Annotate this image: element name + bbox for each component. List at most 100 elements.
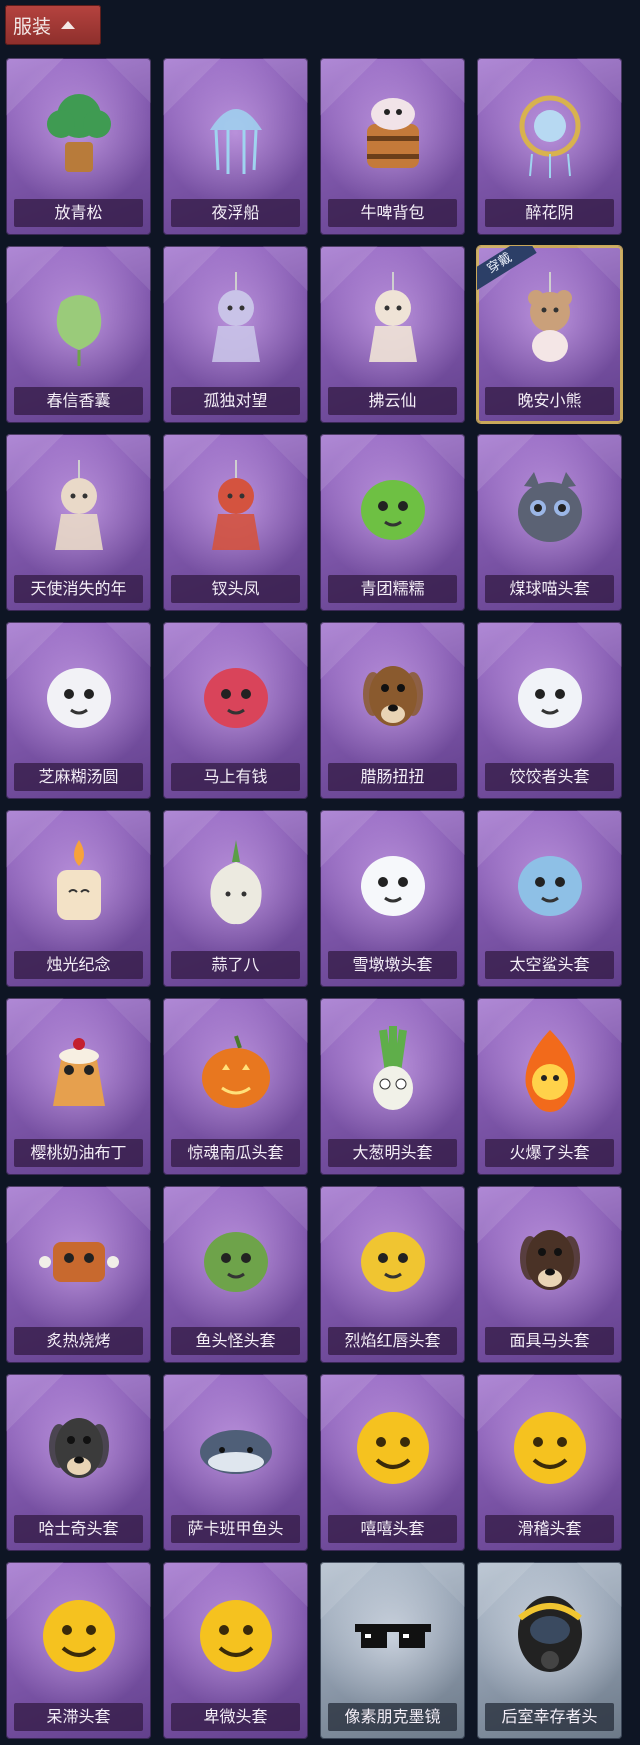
outfit-item-card[interactable]: 烈焰红唇头套 [320,1186,465,1363]
fish-head-icon [188,1208,284,1308]
outfit-item-name: 大葱明头套 [328,1139,457,1167]
outfit-item-name: 拂云仙 [328,387,457,415]
outfit-item-name: 牛啤背包 [328,199,457,227]
phoenix-doll-icon [188,456,284,556]
outfit-item-card[interactable]: 雪墩墩头套 [320,810,465,987]
horse-head-icon [188,644,284,744]
outfit-item-card[interactable]: 面具马头套 [477,1186,622,1363]
outfit-item-card[interactable]: 拂云仙 [320,246,465,423]
outfit-item-name: 芝麻糊汤圆 [14,763,143,791]
outfit-item-name: 卑微头套 [171,1703,300,1731]
gas-mask-icon [502,1584,598,1684]
fish-icon [188,1396,284,1496]
outfit-item-card[interactable]: 滑稽头套 [477,1374,622,1551]
stare-emoji-icon [31,1584,127,1684]
outfit-item-card[interactable]: 惊魂南瓜头套 [163,998,308,1175]
doll-charm-icon [188,268,284,368]
shark-head-icon [502,832,598,932]
dumpling-icon [31,644,127,744]
cat-head-icon [502,456,598,556]
dog-head-icon [345,644,441,744]
outfit-item-card[interactable]: 天使消失的年 [6,434,151,611]
outfit-item-card[interactable]: 卑微头套 [163,1562,308,1739]
sachet-icon [31,268,127,368]
outfit-item-name: 孤独对望 [171,387,300,415]
husky-head-icon [31,1396,127,1496]
horse-mask-icon [502,1208,598,1308]
outfit-item-card[interactable]: 萨卡班甲鱼头 [163,1374,308,1551]
grin-emoji-icon [345,1396,441,1496]
outfit-item-card[interactable]: 太空鲨头套 [477,810,622,987]
outfit-item-card[interactable]: 烛光纪念 [6,810,151,987]
outfit-item-name: 太空鲨头套 [485,951,614,979]
humble-emoji-icon [188,1584,284,1684]
outfit-item-name: 醉花阴 [485,199,614,227]
outfit-item-name: 滑稽头套 [485,1515,614,1543]
outfit-item-card[interactable]: 春信香囊 [6,246,151,423]
outfit-item-name: 晚安小熊 [485,387,614,415]
outfit-item-card[interactable]: 夜浮船 [163,58,308,235]
lantern-icon [502,80,598,180]
outfit-item-card[interactable]: 牛啤背包 [320,58,465,235]
outfit-item-name: 春信香囊 [14,387,143,415]
outfit-item-name: 夜浮船 [171,199,300,227]
outfit-item-name: 饺饺者头套 [485,763,614,791]
meat-head-icon [31,1208,127,1308]
outfit-item-name: 哈士奇头套 [14,1515,143,1543]
outfit-item-name: 马上有钱 [171,763,300,791]
outfit-item-card[interactable]: 火爆了头套 [477,998,622,1175]
outfit-item-card[interactable]: 钗头凤 [163,434,308,611]
outfit-item-name: 面具马头套 [485,1327,614,1355]
outfit-item-name: 放青松 [14,199,143,227]
outfit-item-name: 腊肠扭扭 [328,763,457,791]
outfit-item-card[interactable]: 煤球喵头套 [477,434,622,611]
snowman-head-icon [345,832,441,932]
outfit-item-card[interactable]: 放青松 [6,58,151,235]
smirk-emoji-icon [502,1396,598,1496]
jellyfish-icon [188,80,284,180]
outfit-item-card[interactable]: 饺饺者头套 [477,622,622,799]
outfit-item-name: 炙热烧烤 [14,1327,143,1355]
garlic-icon [188,832,284,932]
outfit-item-card[interactable]: 大葱明头套 [320,998,465,1175]
outfit-item-card[interactable]: 樱桃奶油布丁 [6,998,151,1175]
outfit-item-name: 樱桃奶油布丁 [14,1139,143,1167]
cloud-head-icon [502,644,598,744]
pudding-icon [31,1020,127,1120]
outfit-item-card[interactable]: 呆滞头套 [6,1562,151,1739]
outfit-item-card[interactable]: 腊肠扭扭 [320,622,465,799]
outfit-item-card[interactable]: 醉花阴 [477,58,622,235]
outfit-item-name: 火爆了头套 [485,1139,614,1167]
outfit-item-card[interactable]: 像素朋克墨镜 [320,1562,465,1739]
outfit-item-name: 钗头凤 [171,575,300,603]
outfit-item-card[interactable]: 嘻嘻头套 [320,1374,465,1551]
outfit-item-name: 呆滞头套 [14,1703,143,1731]
chevron-up-icon [61,21,76,29]
outfit-item-card[interactable]: 芝麻糊汤圆 [6,622,151,799]
outfit-item-card[interactable]: 青团糯糯 [320,434,465,611]
outfit-item-name: 烛光纪念 [14,951,143,979]
outfit-item-name: 像素朋克墨镜 [328,1703,457,1731]
outfit-item-name: 鱼头怪头套 [171,1327,300,1355]
fire-head-icon [502,1020,598,1120]
outfit-item-name: 蒜了八 [171,951,300,979]
bonsai-icon [31,80,127,180]
outfit-item-card[interactable]: 蒜了八 [163,810,308,987]
scallion-icon [345,1020,441,1120]
outfit-item-name: 惊魂南瓜头套 [171,1139,300,1167]
outfit-item-card[interactable]: 炙热烧烤 [6,1186,151,1363]
outfit-item-card[interactable]: 孤独对望 [163,246,308,423]
outfit-item-card[interactable]: 哈士奇头套 [6,1374,151,1551]
outfit-item-name: 煤球喵头套 [485,575,614,603]
angel-doll-icon [31,456,127,556]
outfit-item-card[interactable]: 鱼头怪头套 [163,1186,308,1363]
outfit-item-card[interactable]: 马上有钱 [163,622,308,799]
candle-icon [31,832,127,932]
outfit-category-toggle[interactable]: 服装 [5,5,101,45]
outfit-item-card[interactable]: 晚安小熊 穿戴 [477,246,622,423]
pixel-sunglasses-icon [345,1584,441,1684]
outfit-item-name: 嘻嘻头套 [328,1515,457,1543]
outfit-item-card[interactable]: 后室幸存者头 [477,1562,622,1739]
beer-barrel-icon [345,80,441,180]
yellow-mask-icon [345,1208,441,1308]
